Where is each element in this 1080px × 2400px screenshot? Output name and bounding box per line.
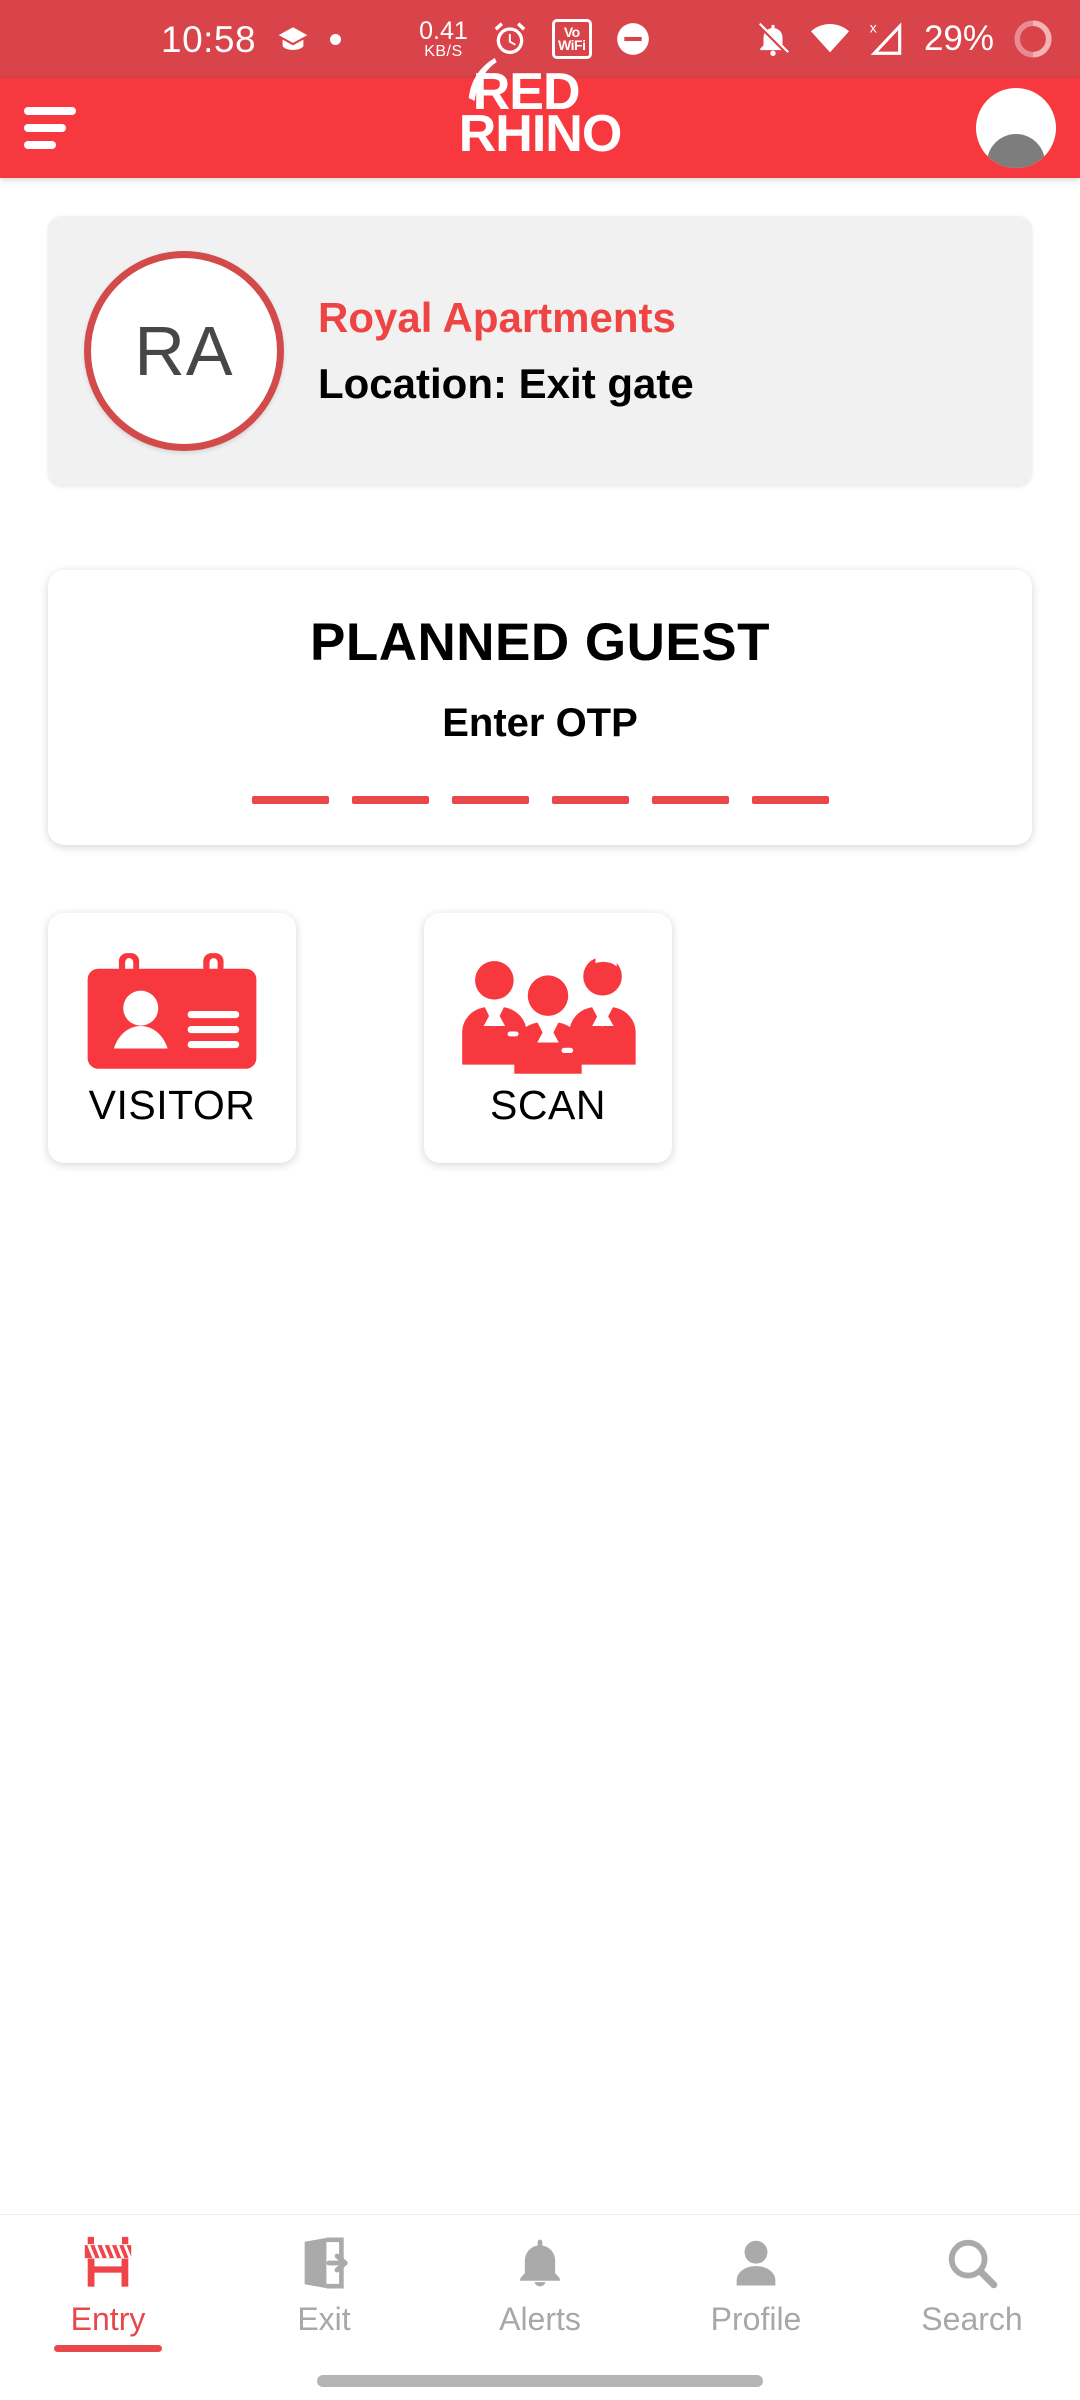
dot-icon	[330, 33, 342, 45]
planned-guest-otp-card: PLANNED GUEST Enter OTP	[48, 570, 1032, 845]
property-name: Royal Apartments	[318, 294, 676, 341]
gesture-navigation-bar	[0, 2362, 1080, 2400]
dnd-icon	[614, 20, 652, 58]
menu-line-2	[24, 124, 66, 132]
status-bar-left: 10:58	[161, 18, 342, 60]
status-bar-middle: 0.41 KB/S Vo WiFi	[419, 16, 652, 60]
nav-item-entry[interactable]: Entry	[0, 2233, 216, 2352]
property-initials-avatar: RA	[84, 251, 284, 451]
visitor-button[interactable]: VISITOR	[48, 913, 296, 1163]
scan-button[interactable]: SCAN	[424, 913, 672, 1163]
avatar-body	[987, 134, 1045, 168]
property-text-block: Royal Apartments Location: Exit gate	[318, 294, 694, 408]
logo-line-2: RHINO	[458, 104, 623, 163]
nav-label-search: Search	[921, 2301, 1023, 2337]
otp-card-subtitle: Enter OTP	[442, 701, 638, 745]
otp-digit-5[interactable]	[651, 796, 729, 804]
profile-avatar-button[interactable]	[976, 88, 1056, 168]
nav-item-exit[interactable]: Exit	[216, 2233, 432, 2338]
network-speed-unit: KB/S	[424, 42, 463, 60]
search-icon	[943, 2233, 1001, 2293]
bell-icon	[512, 2233, 568, 2293]
barricade-icon	[78, 2233, 138, 2293]
menu-line-3	[24, 141, 56, 149]
graduation-cap-icon	[276, 26, 310, 52]
network-speed-value: 0.41	[419, 16, 468, 45]
gesture-home-pill[interactable]	[317, 2375, 763, 2387]
nav-label-alerts: Alerts	[499, 2301, 581, 2337]
property-location: Location: Exit gate	[318, 360, 694, 407]
id-badge-icon	[78, 948, 266, 1078]
otp-digit-3[interactable]	[451, 796, 529, 804]
rhino-horn-icon	[468, 58, 497, 101]
nav-item-alerts[interactable]: Alerts	[432, 2233, 648, 2338]
property-card[interactable]: RA Royal Apartments Location: Exit gate	[48, 216, 1032, 486]
otp-digit-1[interactable]	[251, 796, 329, 804]
nav-label-entry: Entry	[70, 2301, 146, 2337]
menu-line-1	[24, 107, 76, 115]
app-bar: RED RHINO	[0, 58, 1080, 178]
nav-item-search[interactable]: Search	[864, 2233, 1080, 2338]
menu-button[interactable]	[24, 99, 84, 157]
app-screen: 10:58 0.41 KB/S Vo WiFi x 29% RED RHINO …	[0, 0, 1080, 2400]
nav-item-profile[interactable]: Profile	[648, 2233, 864, 2338]
action-buttons-row: VISITOR SCAN	[48, 913, 1032, 1163]
visitor-button-label: VISITOR	[88, 1081, 256, 1128]
network-speed-indicator: 0.41 KB/S	[419, 16, 468, 60]
otp-digit-6[interactable]	[751, 796, 829, 804]
nav-active-indicator	[54, 2345, 162, 2352]
wifi-icon	[810, 23, 850, 55]
person-icon	[729, 2233, 783, 2293]
otp-digit-2[interactable]	[351, 796, 429, 804]
otp-digit-4[interactable]	[551, 796, 629, 804]
nav-label-exit: Exit	[297, 2301, 351, 2337]
no-sim-icon: x	[868, 19, 906, 59]
vowifi-icon: Vo WiFi	[551, 19, 592, 59]
bottom-navigation-bar: Entry Exit Alerts Profile Search	[0, 2214, 1080, 2362]
otp-card-title: PLANNED GUEST	[310, 613, 770, 672]
svg-text:x: x	[870, 21, 877, 37]
bell-muted-icon	[754, 20, 792, 58]
scan-button-label: SCAN	[490, 1081, 606, 1128]
status-bar-right: x 29%	[754, 18, 1054, 60]
vowifi-bottom-text: WiFi	[558, 37, 586, 53]
door-exit-icon	[295, 2233, 353, 2293]
app-logo: RED RHINO	[458, 58, 623, 163]
property-initials: RA	[134, 312, 234, 390]
nav-label-profile: Profile	[710, 2301, 802, 2337]
otp-input-group[interactable]	[251, 796, 829, 804]
battery-percent-label: 29%	[923, 19, 994, 58]
people-group-icon	[453, 948, 643, 1078]
main-content: RA Royal Apartments Location: Exit gate …	[0, 178, 1080, 2214]
battery-icon	[1012, 18, 1054, 60]
status-time: 10:58	[161, 18, 257, 60]
alarm-icon	[490, 19, 530, 59]
